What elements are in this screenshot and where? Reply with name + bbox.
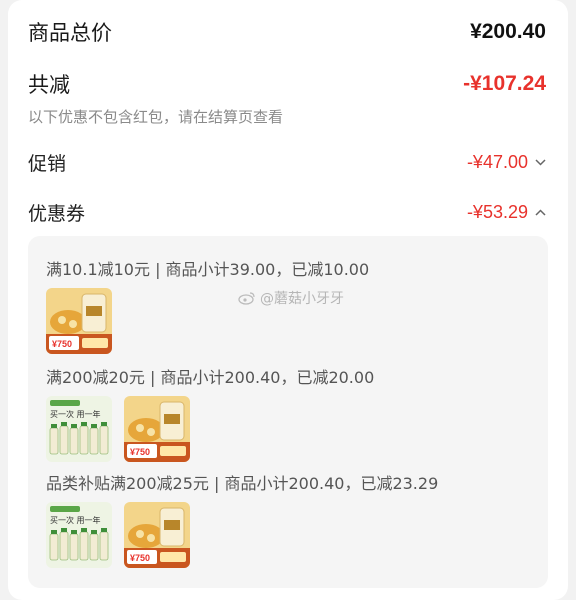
total-row: 商品总价 ¥200.40: [28, 14, 546, 50]
bottle-banner-text: 买一次 用一年: [50, 515, 101, 525]
promotion-label: 促销: [28, 152, 67, 175]
coupon-detail-panel: 满10.1减10元 | 商品小计39.00，已减10.00 @蘑菇小牙牙 ¥75…: [28, 236, 548, 588]
reduce-value: -¥107.24: [463, 72, 546, 95]
promotion-value-wrap[interactable]: -¥47.00: [467, 152, 546, 173]
reduce-label: 共减: [28, 73, 70, 97]
coupon-detail-line-2: 满200减20元 | 商品小计200.40，已减20.00: [46, 368, 375, 387]
coupon-detail-line-1: 满10.1减10元 | 商品小计39.00，已减10.00: [46, 260, 370, 279]
soup-price-text: ¥750: [52, 339, 72, 349]
price-detail-card: 商品总价 ¥200.40 共减 -¥107.24 以下优惠不包含红包，请在结算页…: [8, 0, 568, 600]
bottle-product-thumbnail[interactable]: 买一次 用一年: [46, 396, 112, 462]
coupon-row[interactable]: 优惠券 -¥53.29: [28, 196, 546, 228]
chevron-down-icon[interactable]: [535, 156, 546, 168]
bottle-product-thumbnail[interactable]: 买一次 用一年: [46, 502, 112, 568]
soup-product-thumbnail[interactable]: ¥750: [124, 502, 190, 568]
coupon-value-wrap[interactable]: -¥53.29: [467, 202, 546, 223]
soup-price-text: ¥750: [130, 553, 150, 563]
promotion-value: -¥47.00: [466, 151, 528, 172]
coupon-label: 优惠券: [28, 202, 86, 225]
discount-note: 以下优惠不包含红包，请在结算页查看: [28, 108, 284, 126]
watermark-text: @蘑菇小牙牙: [260, 291, 344, 307]
soup-product-thumbnail[interactable]: ¥750: [46, 288, 112, 354]
coupon-detail-line-3: 品类补贴满200减25元 | 商品小计200.40，已减23.29: [46, 474, 439, 493]
coupon-value: -¥53.29: [466, 201, 528, 222]
reduce-row: 共减 -¥107.24: [28, 66, 546, 102]
total-label: 商品总价: [28, 21, 112, 45]
watermark: @蘑菇小牙牙: [238, 288, 344, 308]
weibo-icon: [238, 291, 256, 305]
bottle-banner-text: 买一次 用一年: [50, 409, 101, 419]
chevron-up-icon[interactable]: [535, 206, 546, 218]
soup-price-text: ¥750: [130, 447, 150, 457]
promotion-row[interactable]: 促销 -¥47.00: [28, 146, 546, 178]
total-value: ¥200.40: [470, 20, 546, 43]
soup-product-thumbnail[interactable]: ¥750: [124, 396, 190, 462]
